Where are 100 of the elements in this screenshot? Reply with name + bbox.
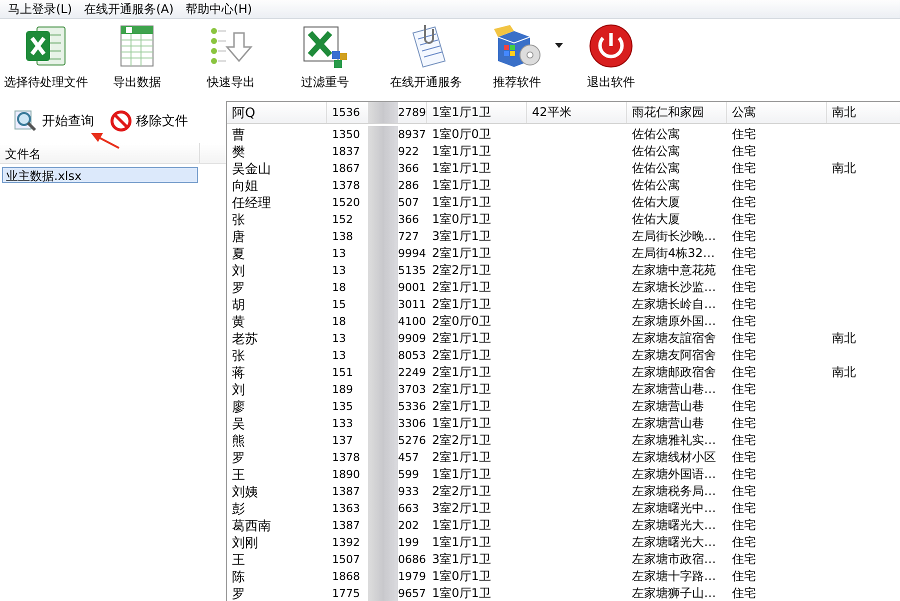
menu-item[interactable]: 马上登录(L): [2, 0, 78, 18]
table-cell: 3306: [398, 417, 426, 430]
table-cell-text: 1378: [332, 179, 361, 192]
table-cell-text: 彭: [231, 500, 246, 517]
table-cell-text: 住宅: [731, 466, 757, 483]
table-cell-text: 1387: [332, 519, 361, 532]
table-cell: 9909: [398, 332, 426, 345]
table-cell-text: 左家塘营山巷: [631, 415, 705, 432]
table-cell-text: 住宅: [731, 296, 757, 313]
table-cell-text: 2室0厅0卫: [431, 313, 492, 330]
column-header[interactable]: 1536: [332, 106, 368, 119]
toolbar-button[interactable]: 过滤重号: [286, 23, 364, 91]
table-cell-text: 1890: [332, 468, 361, 481]
table-cell: 507: [398, 196, 419, 209]
table-cell-text: 蒋: [231, 364, 246, 381]
table-cell-text: 13: [332, 264, 347, 277]
table-cell-text: 住宅: [731, 483, 757, 500]
table-cell-text: 左家塘狮子山…: [631, 585, 717, 601]
toolbar-button[interactable]: 导出数据: [98, 23, 176, 91]
column-header[interactable]: 公寓: [727, 102, 827, 123]
table-cell-text: 罗: [231, 450, 246, 466]
table-cell-text: 住宅: [731, 364, 757, 381]
table-cell-text: 住宅: [731, 177, 757, 194]
table-cell-text: 2室1厅1卫: [431, 279, 492, 296]
table-cell-text: 1387: [332, 485, 361, 498]
table-cell-text: 135: [332, 400, 354, 413]
column-header[interactable]: 南北: [827, 102, 900, 123]
redaction-blur: [368, 585, 398, 601]
column-header[interactable]: 雨花仁和家园: [627, 102, 727, 123]
toolbar-button[interactable]: 退出软件: [572, 23, 650, 91]
table-cell-text: 住宅: [731, 551, 757, 568]
table-cell-text: 佐佑公寓: [631, 160, 681, 177]
table-cell-text: 1775: [332, 587, 361, 600]
table-cell: 4100: [398, 315, 426, 328]
column-header[interactable]: 2789: [398, 106, 426, 119]
table-cell-text: 13: [332, 247, 347, 260]
table-cell-text: 1350: [332, 128, 361, 141]
table-cell-text: 住宅: [731, 415, 757, 432]
table-cell-text: 13: [332, 332, 347, 345]
table-cell-text: 佐佑大厦: [631, 194, 681, 211]
table-cell-text: 左家塘营山巷…: [631, 381, 717, 398]
table-cell-text: 王: [231, 466, 246, 483]
table-cell: 366: [398, 213, 419, 226]
table-cell-text: 左家塘曙光大…: [631, 534, 717, 551]
table-cell: 1979: [398, 570, 426, 583]
table-cell-text: 1868: [332, 570, 361, 583]
table-cell-text: 133: [332, 417, 354, 430]
table-cell: 9001: [398, 281, 426, 294]
table-cell-text: 老苏: [231, 330, 259, 347]
toolbar-button[interactable]: 选择待处理文件: [0, 23, 92, 91]
table-cell-text: 刘刚: [231, 534, 259, 551]
table-cell-text: 2室1厅1卫: [431, 381, 492, 398]
table-cell-text: 住宅: [731, 585, 757, 601]
table-cell-text: 佐佑公寓: [631, 177, 681, 194]
redaction-blur: [368, 102, 398, 123]
toolbar-button[interactable]: 快速导出: [192, 23, 270, 91]
table-cell-text: 向姐: [231, 178, 259, 194]
table-cell-text: 13: [332, 349, 347, 362]
table-cell-text: 左家塘长沙监…: [631, 279, 717, 296]
table-cell-text: 1室1厅1卫: [431, 517, 492, 534]
table-cell-text: 左家塘外国语…: [631, 466, 717, 483]
table-cell-text: 1867: [332, 162, 361, 175]
table-cell-text: 18: [332, 315, 347, 328]
annotation-arrow: [91, 133, 120, 149]
table-cell: 8937: [398, 128, 426, 141]
action-button[interactable]: 开始查询: [12, 108, 96, 134]
table-cell-text: 1室0厅1卫: [431, 211, 492, 228]
table-cell-text: 1363: [332, 502, 361, 515]
table-cell: 727: [398, 230, 419, 243]
table-cell-text: 左家塘原外国…: [631, 313, 717, 330]
redaction-blur: [368, 126, 398, 143]
table-cell-text: 1室1厅1卫: [431, 194, 492, 211]
toolbar-button[interactable]: 推荐软件: [486, 23, 548, 91]
table-cell-text: 住宅: [731, 313, 757, 330]
menu-item[interactable]: 在线开通服务(A): [78, 0, 180, 18]
file-list-item[interactable]: 业主数据.xlsx: [2, 167, 198, 183]
table-cell-text: 唐: [231, 228, 246, 245]
table-cell-text: 曹: [231, 126, 246, 143]
column-header[interactable]: 阿Q: [227, 102, 327, 123]
table-cell-text: 2室2厅1卫: [431, 483, 492, 500]
table-cell-text: 住宅: [731, 194, 757, 211]
table-cell-text: 刘: [231, 262, 246, 279]
table-cell: 457: [398, 451, 419, 464]
table-cell-text: 住宅: [731, 347, 757, 364]
table-cell: 286: [398, 179, 419, 192]
column-header[interactable]: 1室1厅1卫: [427, 102, 527, 123]
table-cell-text: 左家塘中意花苑: [631, 262, 717, 279]
table-cell: 366: [398, 162, 419, 175]
table-cell-text: 3室1厅1卫: [431, 228, 492, 245]
menu-item[interactable]: 帮助中心(H): [180, 0, 258, 18]
toolbar-button[interactable]: 在线开通服务: [380, 23, 472, 91]
table-cell-text: 住宅: [731, 279, 757, 296]
table-cell-text: 吴金山: [231, 160, 272, 177]
action-button[interactable]: 移除文件: [108, 108, 190, 134]
column-header[interactable]: 42平米: [527, 102, 627, 123]
table-cell-text: 1室0厅0卫: [431, 126, 492, 143]
table-cell-text: 罗: [231, 280, 246, 296]
dropdown-caret-icon[interactable]: [554, 41, 564, 49]
table-cell: 922: [398, 145, 419, 158]
table-cell-text: 罗: [231, 586, 246, 601]
